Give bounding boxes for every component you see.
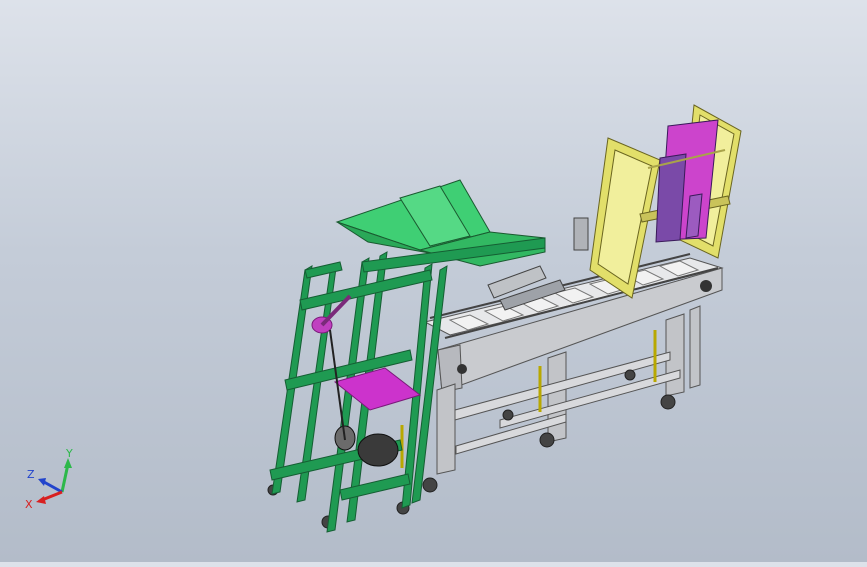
coordinate-triad: Y Z X: [22, 447, 82, 514]
x-axis-label: X: [25, 498, 33, 511]
y-axis-arrow: [60, 458, 72, 493]
machine-3d-model[interactable]: [0, 0, 867, 562]
y-axis-label: Y: [65, 448, 73, 460]
z-axis-label: Z: [27, 468, 35, 481]
z-axis-arrow: [38, 478, 63, 494]
cad-viewport[interactable]: Y Z X: [0, 0, 867, 562]
x-axis-arrow: [36, 490, 63, 504]
